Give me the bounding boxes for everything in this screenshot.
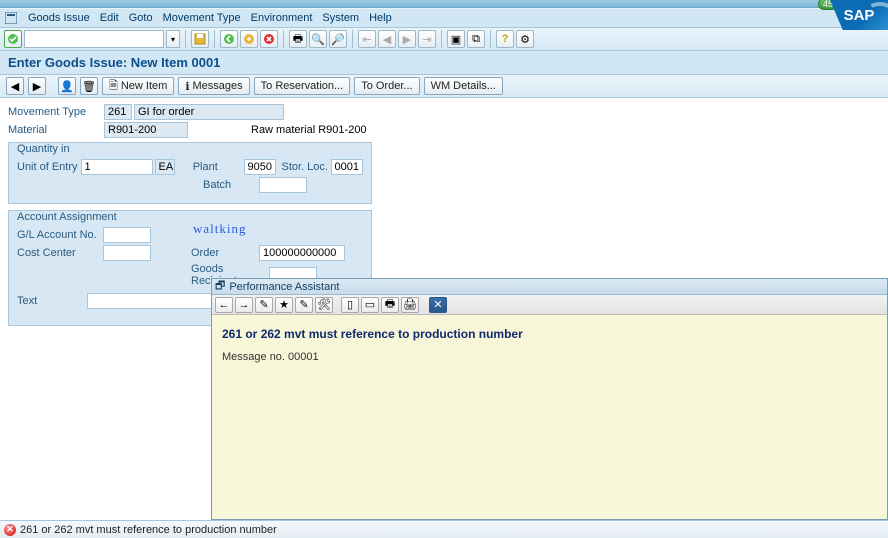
messages-button[interactable]: ℹ Messages [178, 77, 249, 95]
pa-print-button[interactable]: 🖨 [401, 297, 419, 313]
performance-assistant-titlebar: 🗗 Performance Assistant [212, 279, 887, 295]
find-button[interactable]: 🔍 [309, 30, 327, 48]
delete-button[interactable]: 🗑 [80, 77, 98, 95]
command-field[interactable] [24, 30, 164, 48]
menu-system-icon[interactable] [4, 11, 18, 25]
prev-item-button[interactable]: ◀ [6, 77, 24, 95]
new-item-label: New Item [121, 80, 167, 92]
menu-movement-type[interactable]: Movement Type [163, 12, 241, 24]
generate-shortcut-button[interactable]: ⧉ [467, 30, 485, 48]
print-button[interactable]: 🖶 [289, 30, 307, 48]
sloc-label: Stor. Loc. [281, 161, 330, 173]
menu-edit[interactable]: Edit [100, 12, 119, 24]
menu-help[interactable]: Help [369, 12, 392, 24]
batch-label: Batch [203, 179, 259, 191]
app-toolbar: ◀ ▶ 👤 🗑 🗎 New Item ℹ Messages To Reserva… [0, 75, 888, 98]
gl-label: G/L Account No. [17, 229, 103, 241]
overview-button[interactable]: 👤 [58, 77, 76, 95]
customize-layout-button[interactable]: ⚙ [516, 30, 534, 48]
quantity-group: Quantity in Unit of Entry EA Plant 9050 … [8, 142, 372, 204]
performance-assistant-heading: 261 or 262 mvt must reference to product… [222, 327, 877, 341]
help-button[interactable]: ? [496, 30, 514, 48]
gl-input[interactable] [103, 227, 151, 243]
order-label: Order [191, 247, 259, 259]
next-page-button[interactable]: ▶ [398, 30, 416, 48]
menu-environment[interactable]: Environment [251, 12, 313, 24]
pa-tools-button[interactable]: 🛠 [315, 297, 333, 313]
sloc-field[interactable]: 0001 [331, 159, 363, 175]
first-page-button[interactable]: ⇤ [358, 30, 376, 48]
movement-type-text: GI for order [134, 104, 284, 120]
pa-close-button[interactable]: ✕ [429, 297, 447, 313]
performance-assistant-title: Performance Assistant [229, 281, 339, 293]
menu-goods-issue[interactable]: Goods Issue [28, 12, 90, 24]
pa-notes-button[interactable]: ✎ [295, 297, 313, 313]
to-order-button[interactable]: To Order... [354, 77, 419, 95]
window-icon: 🗗 [215, 277, 225, 296]
plant-label: Plant [193, 161, 244, 173]
material-label: Material [8, 124, 104, 136]
pa-bookmark-button[interactable]: ★ [275, 297, 293, 313]
page-title: Enter Goods Issue: New Item 0001 [0, 51, 888, 75]
performance-assistant-msgno: Message no. 00001 [222, 351, 877, 363]
wm-details-button[interactable]: WM Details... [424, 77, 503, 95]
error-icon[interactable]: ✕ [4, 524, 16, 536]
enter-button[interactable] [4, 30, 22, 48]
quantity-group-title: Quantity in [15, 143, 72, 155]
command-field-history[interactable]: ▾ [166, 30, 180, 48]
account-group-title: Account Assignment [15, 211, 119, 223]
pa-fullscreen-button[interactable]: ▭ [361, 297, 379, 313]
unit-of-entry-label: Unit of Entry [17, 161, 81, 173]
prev-page-button[interactable]: ◀ [378, 30, 396, 48]
plant-field[interactable]: 9050 [244, 159, 276, 175]
cc-label: Cost Center [17, 247, 103, 259]
cancel-button[interactable] [260, 30, 278, 48]
document-icon: 🗎 [109, 77, 118, 96]
save-button[interactable] [191, 30, 209, 48]
uom-field[interactable]: EA [155, 159, 175, 175]
exit-button[interactable] [240, 30, 258, 48]
next-item-button[interactable]: ▶ [28, 77, 46, 95]
performance-assistant-body: 261 or 262 mvt must reference to product… [212, 315, 887, 519]
material-desc: Raw material R901-200 [248, 122, 408, 138]
last-page-button[interactable]: ⇥ [418, 30, 436, 48]
standard-toolbar: ▾ 🖶 🔍 🔎 ⇤ ◀ ▶ ⇥ ▣ ⧉ ? ⚙ [0, 28, 888, 51]
menubar: Goods Issue Edit Goto Movement Type Envi… [0, 8, 888, 28]
status-text: 261 or 262 mvt must reference to product… [20, 524, 277, 536]
window-titlebar: 45 [0, 0, 888, 8]
pa-print2-button[interactable]: 🖶 [381, 297, 399, 313]
pa-split-button[interactable]: ▯ [341, 297, 359, 313]
movement-type-label: Movement Type [8, 106, 104, 118]
material-code: R901-200 [104, 122, 188, 138]
order-input[interactable] [259, 245, 345, 261]
performance-assistant-toolbar: ← → ✎ ★ ✎ 🛠 ▯ ▭ 🖶 🖨 ✕ [212, 295, 887, 315]
messages-label: Messages [193, 80, 243, 92]
pa-back-button[interactable]: ← [215, 297, 233, 313]
find-next-button[interactable]: 🔎 [329, 30, 347, 48]
batch-input[interactable] [259, 177, 307, 193]
text-label: Text [17, 295, 87, 307]
info-icon: ℹ [185, 80, 189, 93]
quantity-input[interactable] [81, 159, 153, 175]
menu-goto[interactable]: Goto [129, 12, 153, 24]
watermark-text: waltking [193, 221, 247, 237]
new-item-button[interactable]: 🗎 New Item [102, 77, 174, 95]
back-button[interactable] [220, 30, 238, 48]
to-reservation-button[interactable]: To Reservation... [254, 77, 351, 95]
cc-input[interactable] [103, 245, 151, 261]
performance-assistant-panel: 🗗 Performance Assistant ← → ✎ ★ ✎ 🛠 ▯ ▭ … [211, 278, 888, 520]
movement-type-code: 261 [104, 104, 132, 120]
menu-system[interactable]: System [322, 12, 359, 24]
status-bar: ✕ 261 or 262 mvt must reference to produ… [0, 520, 888, 538]
create-session-button[interactable]: ▣ [447, 30, 465, 48]
pa-search-button[interactable]: ✎ [255, 297, 273, 313]
pa-forward-button[interactable]: → [235, 297, 253, 313]
